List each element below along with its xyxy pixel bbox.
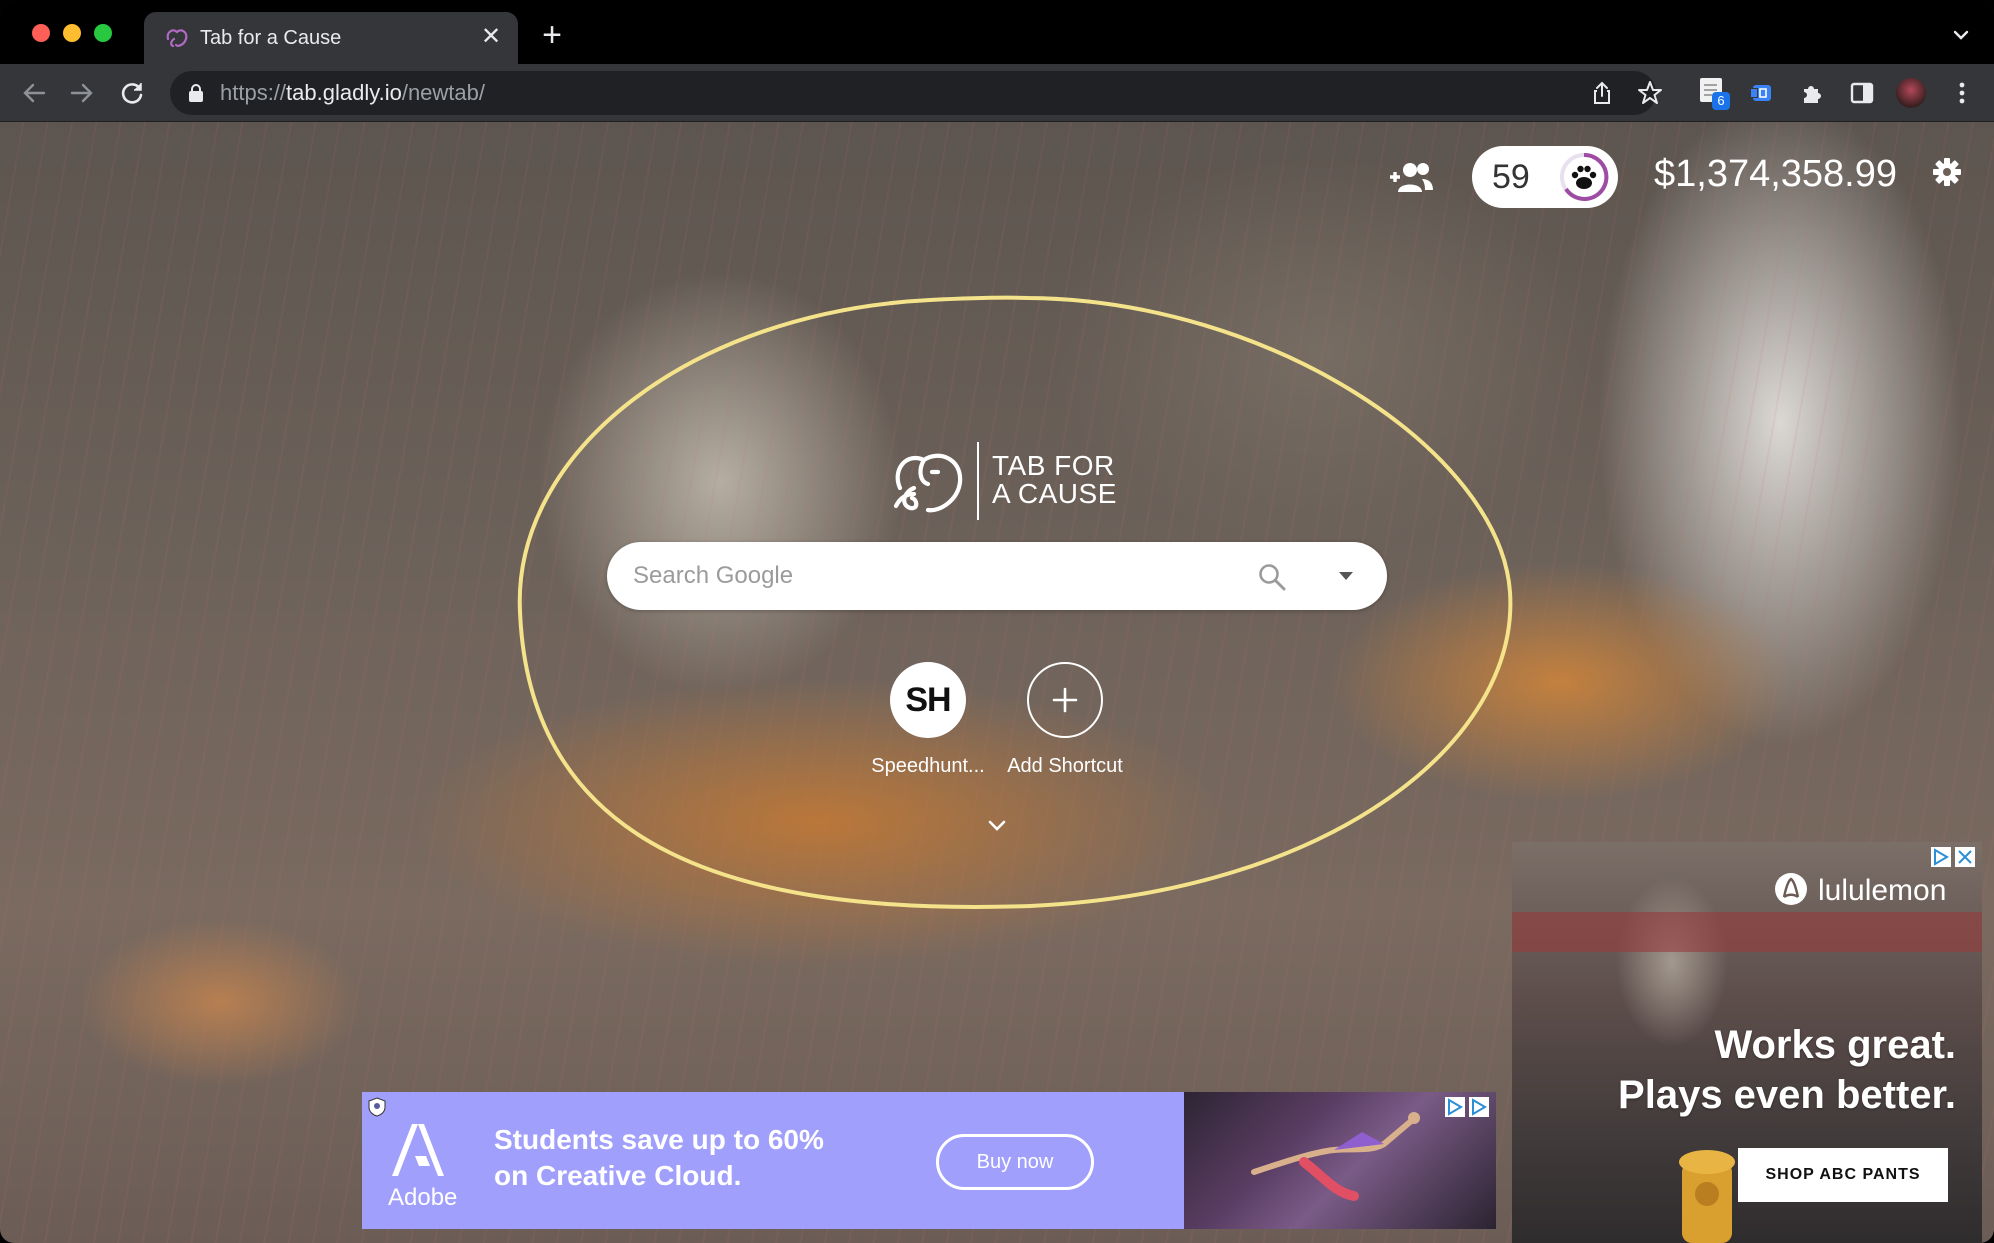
tab-for-a-cause-logo: TAB FOR A CAUSE xyxy=(888,442,1120,522)
tab-title: Tab for a Cause xyxy=(200,27,342,49)
search-engine-dropdown-icon[interactable] xyxy=(1337,570,1355,582)
logo-text: TAB FOR A CAUSE xyxy=(992,450,1117,509)
extension-badge: 6 xyxy=(1712,92,1730,110)
logo-divider xyxy=(977,442,979,520)
paw-progress-icon xyxy=(1560,152,1609,201)
search-input[interactable] xyxy=(633,542,1233,610)
money-raised[interactable]: $1,374,358.99 xyxy=(1654,152,1897,196)
bookmark-star-icon[interactable] xyxy=(1636,79,1664,107)
new-tab-page: 59 $1,374,358.99 TAB FOR A CAUSE Search … xyxy=(0,122,1994,1243)
tab-for-a-cause-favicon-icon xyxy=(166,29,188,48)
plus-icon xyxy=(1052,687,1078,713)
url-text[interactable]: https://tab.gladly.io/newtab/ xyxy=(220,81,485,105)
browser-tab[interactable]: Tab for a Cause ✕ xyxy=(144,12,518,64)
lock-icon[interactable] xyxy=(188,83,204,103)
hearts-counter[interactable]: 59 xyxy=(1472,146,1618,208)
maximize-window-button[interactable] xyxy=(94,24,112,42)
new-tab-button[interactable]: + xyxy=(536,18,568,52)
extensions-puzzle-icon[interactable] xyxy=(1798,79,1826,107)
shortcut-speedhunters[interactable]: SH Speedhunt... xyxy=(868,662,988,777)
tab-strip: Tab for a Cause ✕ + xyxy=(0,0,1994,64)
shortcut-label: Speedhunt... xyxy=(871,755,985,777)
back-arrow-icon[interactable] xyxy=(20,79,48,107)
tab-close-icon[interactable]: ✕ xyxy=(478,24,504,50)
adobe-banner-ad[interactable]: Adobe Students save up to 60% on Creativ… xyxy=(362,1092,1496,1229)
search-icon[interactable] xyxy=(1257,562,1287,592)
add-shortcut-circle xyxy=(1027,662,1103,738)
adchoices-icon[interactable] xyxy=(1444,1096,1490,1118)
share-icon[interactable] xyxy=(1588,79,1616,107)
add-shortcut-button[interactable]: Add Shortcut xyxy=(1005,662,1125,777)
extension-translate-icon[interactable] xyxy=(1748,79,1776,107)
adchoices-close-icon[interactable] xyxy=(1930,846,1976,868)
address-bar[interactable]: https://tab.gladly.io/newtab/ xyxy=(170,71,1662,115)
settings-gear-icon[interactable] xyxy=(1932,157,1962,187)
ad-background-stripe xyxy=(1512,912,1982,952)
buy-now-button[interactable]: Buy now xyxy=(936,1134,1094,1190)
minimize-window-button[interactable] xyxy=(63,24,81,42)
lululemon-side-ad[interactable]: lululemon Works great. Plays even better… xyxy=(1512,842,1982,1243)
close-window-button[interactable] xyxy=(32,24,50,42)
menu-kebab-icon[interactable] xyxy=(1948,79,1976,107)
side-ad-headline: Works great. Plays even better. xyxy=(1618,1023,1956,1117)
adobe-logo-icon xyxy=(392,1124,444,1176)
search-bar xyxy=(607,542,1387,610)
browser-window: Tab for a Cause ✕ + https://tab.gladly.i… xyxy=(0,0,1994,1243)
ad-headline: Students save up to 60% on Creative Clou… xyxy=(494,1124,824,1191)
lululemon-logo-icon xyxy=(1775,873,1807,905)
reload-icon[interactable] xyxy=(118,79,146,107)
shortcut-initials: SH xyxy=(890,662,966,738)
side-panel-icon[interactable] xyxy=(1848,79,1876,107)
invite-friends-icon[interactable] xyxy=(1388,160,1434,194)
hearts-count: 59 xyxy=(1492,158,1530,196)
adobe-brand-text: Adobe xyxy=(388,1184,458,1211)
scroll-down-chevron-icon[interactable] xyxy=(986,818,1008,834)
forward-arrow-icon[interactable] xyxy=(68,79,96,107)
elephant-heart-logo-icon xyxy=(893,453,963,513)
tab-search-chevron-icon[interactable] xyxy=(1950,24,1972,46)
ad-shield-icon xyxy=(368,1097,386,1117)
browser-toolbar: https://tab.gladly.io/newtab/ 6 xyxy=(0,64,1994,122)
extension-notes-icon[interactable]: 6 xyxy=(1698,76,1730,110)
shop-abc-pants-button[interactable]: SHOP ABC PANTS xyxy=(1738,1148,1948,1202)
lululemon-brand-text: lululemon xyxy=(1818,874,1947,907)
profile-avatar[interactable] xyxy=(1896,78,1926,108)
shortcut-label: Add Shortcut xyxy=(1007,755,1123,777)
